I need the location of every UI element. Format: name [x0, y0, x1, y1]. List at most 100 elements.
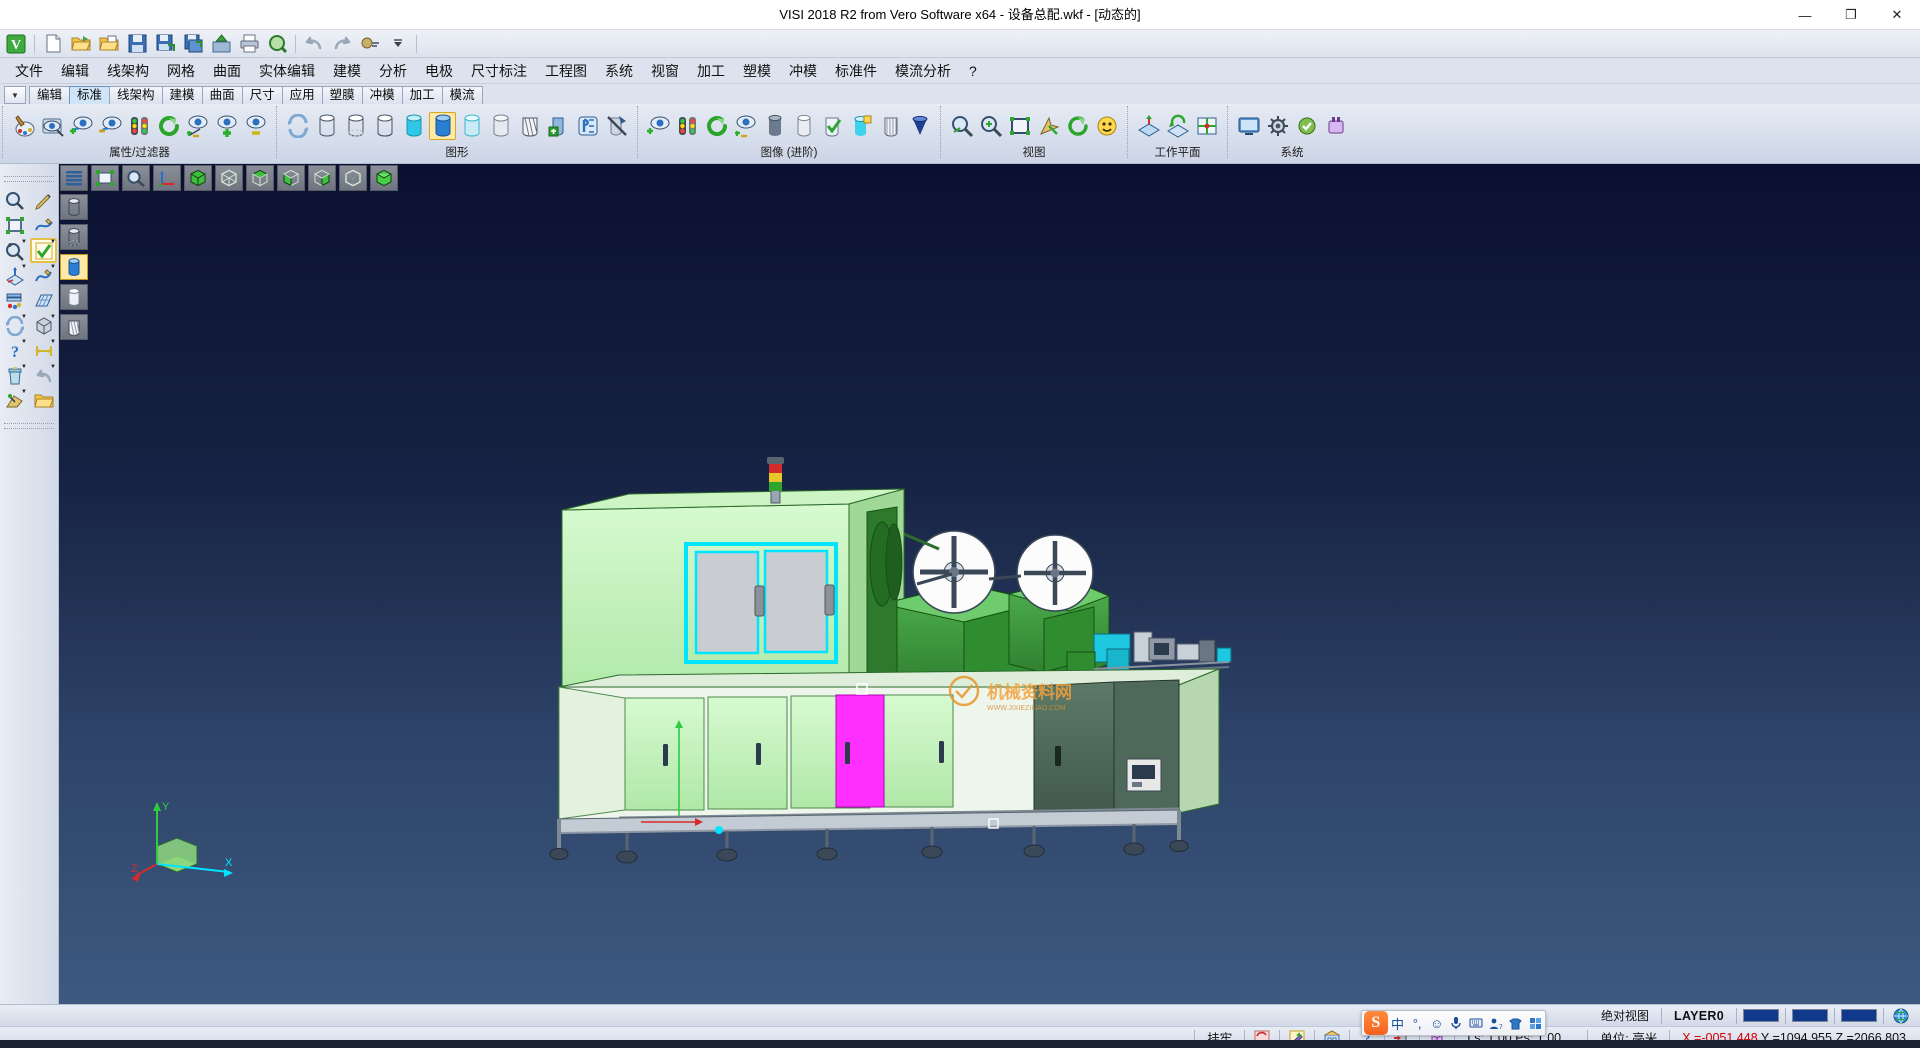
chevron-down-icon[interactable]: ▼ — [21, 314, 27, 320]
hide-entity-icon[interactable] — [97, 112, 124, 140]
open-recent-icon[interactable] — [96, 32, 122, 56]
ime-emoji-icon[interactable]: ☺ — [1427, 1012, 1447, 1034]
menu-item-mould[interactable]: 塑模 — [734, 58, 780, 84]
save-icon[interactable] — [124, 32, 150, 56]
tab-machining[interactable]: 加工 — [402, 86, 443, 104]
print-preview-icon[interactable] — [264, 32, 290, 56]
menu-item-electrode[interactable]: 电极 — [416, 58, 462, 84]
close-button[interactable]: ✕ — [1874, 0, 1920, 30]
axis-move-icon[interactable]: ▼ — [1, 263, 28, 288]
tab-edit[interactable]: 编辑 — [29, 86, 70, 104]
menu-item-file[interactable]: 文件 — [6, 58, 52, 84]
shaded-blue-icon[interactable] — [429, 112, 456, 140]
chevron-down-icon[interactable] — [385, 32, 411, 56]
ime-mode-chinese-icon[interactable]: 中 — [1388, 1012, 1408, 1034]
plugin-icon[interactable] — [1322, 112, 1349, 140]
chevron-down-icon[interactable]: ▼ — [21, 389, 27, 395]
render-icon[interactable] — [545, 112, 572, 140]
ime-user-icon[interactable]: 7 — [1486, 1012, 1506, 1034]
menu-item-machining[interactable]: 加工 — [688, 58, 734, 84]
chevron-down-icon[interactable]: ▼ — [50, 239, 56, 245]
refresh-view-icon[interactable] — [155, 112, 182, 140]
menu-item-flow-analysis[interactable]: 模流分析 — [886, 58, 960, 84]
shaded-wire-icon[interactable] — [371, 112, 398, 140]
blue-cone-icon[interactable] — [906, 112, 933, 140]
minimize-button[interactable]: — — [1782, 0, 1828, 30]
menu-item-modeling[interactable]: 建模 — [324, 58, 370, 84]
tab-standard[interactable]: 标准 — [69, 86, 110, 104]
rotate-icon[interactable] — [1064, 112, 1091, 140]
section-icon[interactable] — [516, 112, 543, 140]
tab-wireframe[interactable]: 线架构 — [109, 86, 163, 104]
chevron-down-icon[interactable]: ▼ — [21, 239, 27, 245]
traffic-light-filter-icon[interactable] — [126, 112, 153, 140]
menu-item-analysis[interactable]: 分析 — [370, 58, 416, 84]
layer-manager-icon[interactable] — [39, 112, 66, 140]
traffic-light-adv-icon[interactable] — [674, 112, 701, 140]
show-entity-icon[interactable] — [68, 112, 95, 140]
chevron-down-icon[interactable]: ▼ — [21, 364, 27, 370]
grey-shade-icon[interactable] — [487, 112, 514, 140]
chevron-down-icon[interactable]: ▼ — [50, 339, 56, 345]
zoom-dynamic-icon[interactable] — [977, 112, 1004, 140]
fit-screen-icon[interactable] — [1006, 112, 1033, 140]
green-check-shade-icon[interactable] — [819, 112, 846, 140]
tab-modeling[interactable]: 建模 — [162, 86, 203, 104]
pan-icon[interactable] — [1035, 112, 1062, 140]
zoom-in-icon[interactable]: ▼ — [1, 238, 28, 263]
print-icon[interactable] — [236, 32, 262, 56]
status-layer-name[interactable]: LAYER0 — [1668, 1009, 1730, 1023]
show-adv-icon[interactable] — [645, 112, 672, 140]
system-settings-icon[interactable] — [1264, 112, 1291, 140]
mesh-shade-icon[interactable] — [877, 112, 904, 140]
apply-check-icon[interactable]: ▼ — [30, 238, 57, 263]
transparent-shade-icon[interactable] — [790, 112, 817, 140]
color-swatch-2[interactable] — [1792, 1009, 1828, 1022]
redo-icon[interactable] — [329, 32, 355, 56]
export-icon[interactable] — [208, 32, 234, 56]
open-folder-icon[interactable] — [30, 388, 57, 413]
menu-item-system[interactable]: 系统 — [596, 58, 642, 84]
ribbon-menu-arrow-icon[interactable]: ▼ — [4, 86, 26, 104]
transparent-icon[interactable] — [458, 112, 485, 140]
system-config-icon[interactable] — [1235, 112, 1262, 140]
color-palette-icon[interactable] — [10, 112, 37, 140]
workplane-rotate-icon[interactable] — [1164, 112, 1191, 140]
globe-icon[interactable] — [1890, 1006, 1912, 1025]
undo-icon[interactable] — [301, 32, 327, 56]
help-icon[interactable]: ? ▼ — [1, 338, 28, 363]
dynamic-render-icon[interactable] — [574, 112, 601, 140]
no-render-icon[interactable] — [603, 112, 630, 140]
zoom-icon[interactable] — [1, 188, 28, 213]
color-swatch-3[interactable] — [1841, 1009, 1877, 1022]
zoom-window-icon[interactable] — [948, 112, 975, 140]
sogou-logo-icon[interactable]: S — [1364, 1011, 1388, 1035]
save-as-icon[interactable] — [152, 32, 178, 56]
chevron-down-icon[interactable]: ▼ — [50, 364, 56, 370]
customize-icon[interactable] — [357, 32, 383, 56]
hidden-line-icon[interactable] — [342, 112, 369, 140]
maximize-button[interactable]: ❐ — [1828, 0, 1874, 30]
menu-item-help[interactable]: ? — [960, 60, 986, 82]
tab-application[interactable]: 应用 — [282, 86, 323, 104]
menu-item-standard-parts[interactable]: 标准件 — [826, 58, 886, 84]
remove-entity-icon[interactable] — [242, 112, 269, 140]
viewport[interactable]: 机械资料网 WWW.JIXIEZILIAO.COM Y X Z — [59, 164, 1920, 1004]
measure-distance-icon[interactable]: ▼ — [30, 338, 57, 363]
menu-item-window[interactable]: 视窗 — [642, 58, 688, 84]
workplane-origin-icon[interactable] — [1193, 112, 1220, 140]
add-entity-icon[interactable] — [213, 112, 240, 140]
ime-toolbox-icon[interactable] — [1525, 1012, 1545, 1034]
delete-icon[interactable]: ▼ — [1, 363, 28, 388]
regenerate-icon[interactable]: ▼ — [1, 313, 28, 338]
preferences-icon[interactable] — [1293, 112, 1320, 140]
left-toolbar-grip[interactable] — [4, 176, 54, 182]
toggle-adv-icon[interactable] — [732, 112, 759, 140]
tab-flow[interactable]: 模流 — [442, 86, 483, 104]
tab-surface[interactable]: 曲面 — [202, 86, 243, 104]
chevron-down-icon[interactable]: ▼ — [21, 339, 27, 345]
menu-item-press[interactable]: 冲模 — [780, 58, 826, 84]
ime-voice-icon[interactable] — [1447, 1012, 1467, 1034]
layer-color-icon[interactable] — [1, 288, 28, 313]
menu-item-edit[interactable]: 编辑 — [52, 58, 98, 84]
